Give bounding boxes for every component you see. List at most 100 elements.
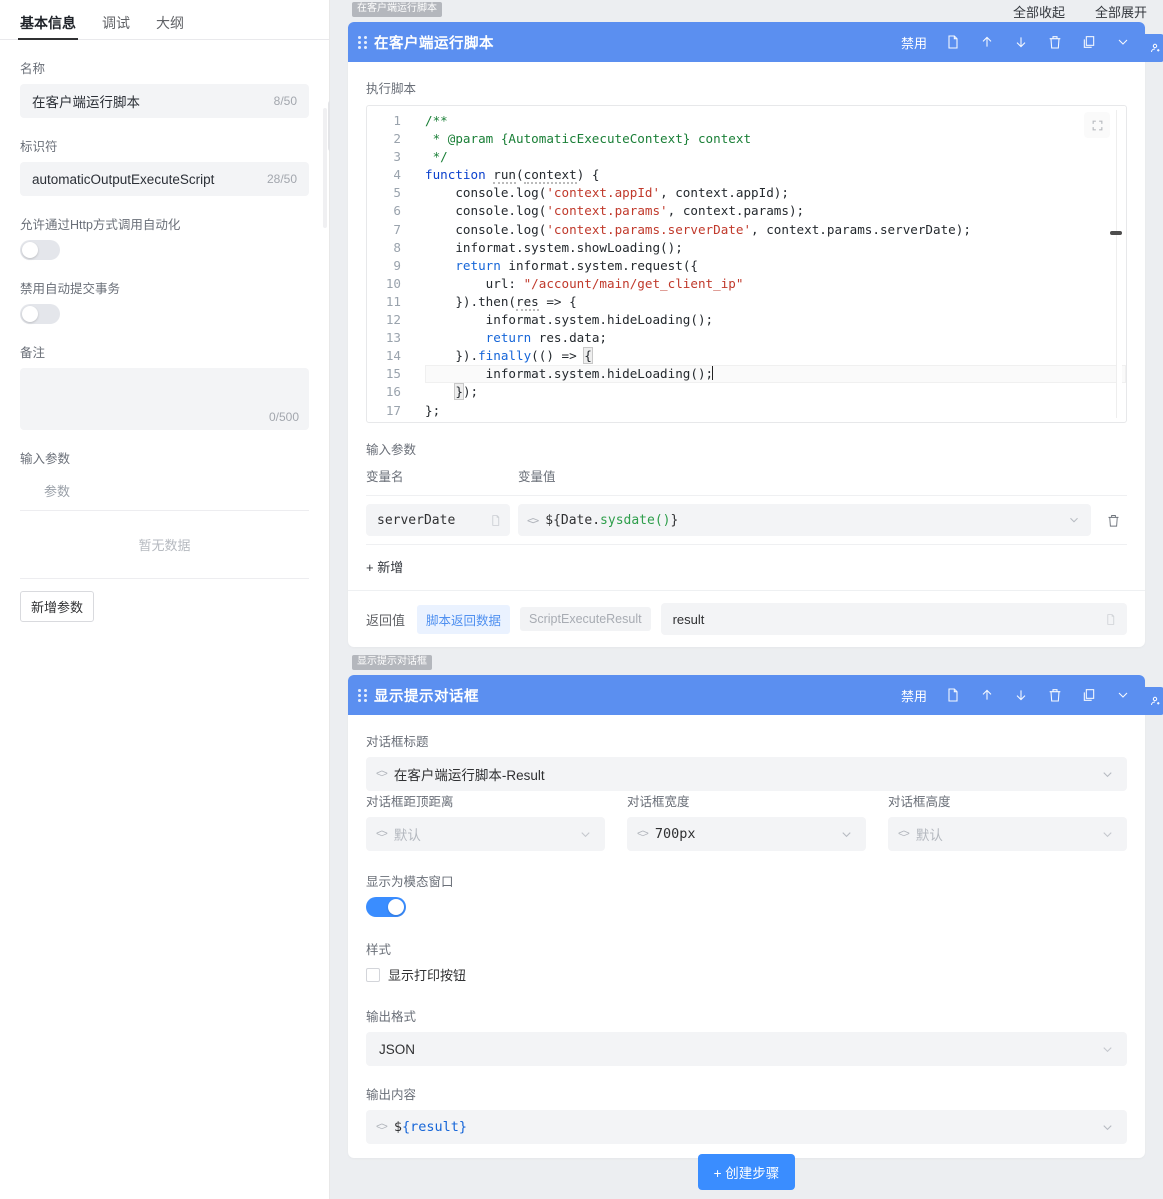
tab-outline[interactable]: 大纲 [156, 16, 184, 39]
chevron-down-icon[interactable] [578, 827, 593, 842]
sidebar-params-table: 参数 暂无数据 [20, 477, 309, 579]
card-person-tab[interactable] [1145, 34, 1163, 62]
dialog-width-select[interactable]: <> 700px [627, 817, 866, 851]
param-value-input[interactable]: <> ${Date.sysdate()} [518, 504, 1091, 536]
create-step-button[interactable]: + 创建步骤 [698, 1154, 796, 1190]
step-card-run-script: 在客户端运行脚本 禁用 执行脚本 [348, 22, 1145, 647]
remark-textarea[interactable]: 0/500 [20, 368, 309, 430]
card-title: 显示提示对话框 [374, 685, 479, 706]
return-value-input[interactable]: result [661, 603, 1127, 635]
chevron-down-icon[interactable] [1100, 827, 1115, 842]
chevron-down-icon[interactable] [1115, 34, 1131, 50]
output-content-select[interactable]: <> ${result} [366, 1110, 1127, 1144]
code-lines: /** * @param {AutomaticExecuteContext} c… [411, 112, 1126, 420]
dialog-title-value: 在客户端运行脚本-Result [394, 764, 545, 784]
http-invoke-toggle[interactable] [20, 240, 60, 260]
sidebar-scrollbar[interactable] [323, 108, 327, 228]
modal-window-toggle[interactable] [366, 897, 406, 917]
footer-bar: + 创建步骤 [330, 1145, 1163, 1199]
disable-autocommit-toggle[interactable] [20, 304, 60, 324]
param-name-value: serverDate [377, 513, 455, 528]
note-icon[interactable] [945, 687, 961, 703]
fullscreen-icon[interactable] [1084, 112, 1110, 138]
person-icon [1149, 42, 1161, 54]
identifier-counter: 28/50 [267, 172, 297, 186]
dialog-height-select[interactable]: <> 默认 [888, 817, 1127, 851]
copy-icon[interactable] [1081, 34, 1097, 50]
sidebar-params-label: 输入参数 [20, 448, 309, 467]
sidebar-params-col-header: 参数 [20, 477, 309, 511]
copy-icon[interactable] [1104, 613, 1117, 626]
expression-icon: <> [376, 768, 387, 780]
move-down-icon[interactable] [1013, 687, 1029, 703]
chip-script-return-data[interactable]: 脚本返回数据 [417, 605, 510, 634]
drag-handle-icon[interactable] [358, 687, 368, 703]
output-content-label: 输出内容 [366, 1084, 1127, 1103]
param-name-input[interactable]: serverDate [366, 504, 510, 536]
chevron-down-icon[interactable] [1100, 1042, 1115, 1057]
add-param-button[interactable]: 新增参数 [20, 591, 94, 622]
card-header: 显示提示对话框 禁用 [348, 675, 1145, 715]
card-tag-dialog: 显示提示对话框 [352, 655, 432, 670]
editor-scrollbar-track[interactable] [1116, 110, 1122, 418]
card-params-header: 变量名 变量值 [366, 466, 1127, 495]
modal-window-label: 显示为模态窗口 [366, 871, 1127, 890]
move-up-icon[interactable] [979, 687, 995, 703]
name-label: 名称 [20, 58, 309, 77]
card2-toolbar: 显示提示对话框 [330, 653, 1163, 675]
disable-button[interactable]: 禁用 [901, 686, 927, 705]
copy-icon[interactable] [489, 514, 502, 527]
code-editor[interactable]: 123456 789101112 1314151617 /** * @param… [366, 105, 1127, 423]
return-value-bar: 返回值 脚本返回数据 ScriptExecuteResult result [348, 590, 1145, 647]
disable-button[interactable]: 禁用 [901, 33, 927, 52]
tab-basic-info[interactable]: 基本信息 [20, 16, 76, 39]
chevron-down-icon[interactable] [1115, 687, 1131, 703]
chevron-down-icon[interactable] [1100, 767, 1115, 782]
move-down-icon[interactable] [1013, 34, 1029, 50]
name-input[interactable]: 在客户端运行脚本 8/50 [20, 84, 309, 118]
card-header-actions: 禁用 [901, 33, 1131, 52]
collapse-all-button[interactable]: 全部收起 [1013, 2, 1065, 21]
card-params-label: 输入参数 [366, 439, 1127, 458]
card-person-tab[interactable] [1145, 687, 1163, 715]
name-counter: 8/50 [274, 94, 297, 108]
tab-debug[interactable]: 调试 [102, 16, 130, 39]
dialog-top-offset-select[interactable]: <> 默认 [366, 817, 605, 851]
remark-counter: 0/500 [269, 410, 299, 424]
expand-all-button[interactable]: 全部展开 [1095, 2, 1147, 21]
name-input-value: 在客户端运行脚本 [32, 91, 140, 111]
col-variable-name: 变量名 [366, 466, 518, 485]
app-root: 基本信息 调试 大纲 名称 在客户端运行脚本 8/50 标识符 automati… [0, 0, 1163, 1199]
output-content-value: ${result} [394, 1119, 467, 1135]
add-param-row-button[interactable]: + 新增 [366, 557, 1127, 576]
print-button-checkbox-label: 显示打印按钮 [388, 965, 466, 984]
chevron-down-icon[interactable] [1100, 1120, 1115, 1135]
expression-icon: <> [637, 828, 648, 840]
expression-icon: <> [527, 514, 538, 527]
step-card-show-dialog: 显示提示对话框 禁用 对话框标题 <> 在客户端运行脚本-Re [348, 675, 1145, 1158]
output-format-label: 输出格式 [366, 1006, 1127, 1025]
sidebar-body: 名称 在客户端运行脚本 8/50 标识符 automaticOutputExec… [0, 40, 329, 622]
card-tag-script: 在客户端运行脚本 [352, 2, 442, 17]
delete-icon[interactable] [1047, 687, 1063, 703]
copy-icon[interactable] [1081, 687, 1097, 703]
delete-param-button[interactable] [1099, 513, 1127, 528]
identifier-label: 标识符 [20, 136, 309, 155]
delete-icon[interactable] [1047, 34, 1063, 50]
note-icon[interactable] [945, 34, 961, 50]
chevron-down-icon[interactable] [1067, 513, 1081, 527]
code-area: 123456 789101112 1314151617 /** * @param… [367, 106, 1126, 420]
sidebar-tabs: 基本信息 调试 大纲 [0, 0, 329, 40]
dialog-title-select[interactable]: <> 在客户端运行脚本-Result [366, 757, 1127, 791]
chip-script-execute-result[interactable]: ScriptExecuteResult [520, 607, 651, 631]
drag-handle-icon[interactable] [358, 34, 368, 50]
editor-scrollbar-thumb[interactable] [1110, 231, 1122, 235]
move-up-icon[interactable] [979, 34, 995, 50]
identifier-input[interactable]: automaticOutputExecuteScript 28/50 [20, 162, 309, 196]
dialog-top-offset-value: 默认 [394, 824, 421, 844]
main-toolbar: 在客户端运行脚本 全部收起 全部展开 [330, 0, 1163, 22]
print-button-checkbox[interactable]: 显示打印按钮 [366, 965, 1127, 984]
chevron-down-icon[interactable] [839, 827, 854, 842]
output-format-select[interactable]: JSON [366, 1032, 1127, 1066]
param-value-text: ${Date.sysdate()} [545, 513, 678, 528]
